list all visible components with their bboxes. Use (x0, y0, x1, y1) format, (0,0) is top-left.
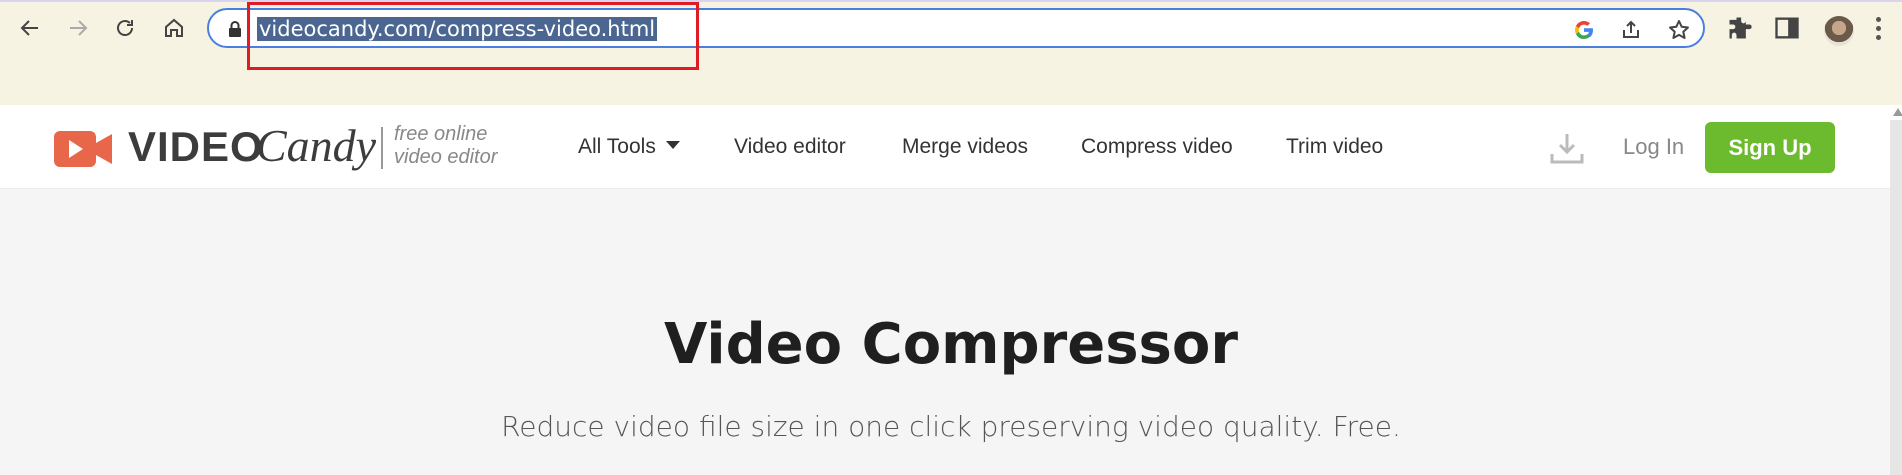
side-panel-icon[interactable] (1773, 14, 1801, 42)
back-icon (20, 20, 38, 36)
share-icon[interactable] (1619, 18, 1643, 42)
profile-avatar[interactable] (1824, 16, 1854, 46)
home-icon (165, 18, 183, 37)
back-button[interactable] (12, 10, 48, 46)
nav-merge-videos[interactable]: Merge videos (902, 135, 1028, 159)
reload-icon (117, 20, 133, 36)
signup-button[interactable]: Sign Up (1705, 122, 1835, 173)
home-button[interactable] (156, 10, 192, 46)
tagline-line1: free online (394, 123, 488, 145)
page-subtitle: Reduce video file size in one click pres… (501, 410, 1401, 443)
menu-icon[interactable] (1876, 17, 1882, 41)
extensions-icon[interactable] (1726, 14, 1754, 42)
browser-toolbar: videocandy.com/compress-video.html (0, 0, 1902, 105)
forward-icon (70, 20, 88, 36)
logo-divider (381, 127, 383, 169)
logo-video-text[interactable]: VIDEO (128, 123, 264, 171)
nav-all-tools-label: All Tools (578, 135, 656, 158)
site-header: VIDEO Candy free online video editor All… (0, 105, 1902, 189)
tagline: free online video editor (394, 123, 497, 169)
star-icon[interactable] (1667, 18, 1691, 42)
nav-trim-video[interactable]: Trim video (1286, 135, 1383, 159)
nav-compress-video[interactable]: Compress video (1081, 135, 1233, 159)
nav-all-tools[interactable]: All Tools (578, 135, 680, 159)
logo-candy-text[interactable]: Candy (256, 119, 376, 172)
tagline-line2: video editor (394, 146, 498, 168)
download-icon[interactable] (1549, 130, 1585, 166)
login-link[interactable]: Log In (1623, 134, 1684, 160)
highlight-box (247, 2, 699, 70)
videocandy-logo-icon[interactable] (54, 129, 114, 169)
page-title: Video Compressor (664, 312, 1238, 377)
google-icon[interactable] (1572, 18, 1596, 42)
nav-video-editor[interactable]: Video editor (734, 135, 846, 159)
lock-icon[interactable] (227, 20, 243, 38)
caret-down-icon (665, 141, 680, 150)
forward-button[interactable] (60, 10, 96, 46)
reload-button[interactable] (107, 10, 143, 46)
scroll-up-arrow-icon[interactable] (1893, 108, 1902, 116)
